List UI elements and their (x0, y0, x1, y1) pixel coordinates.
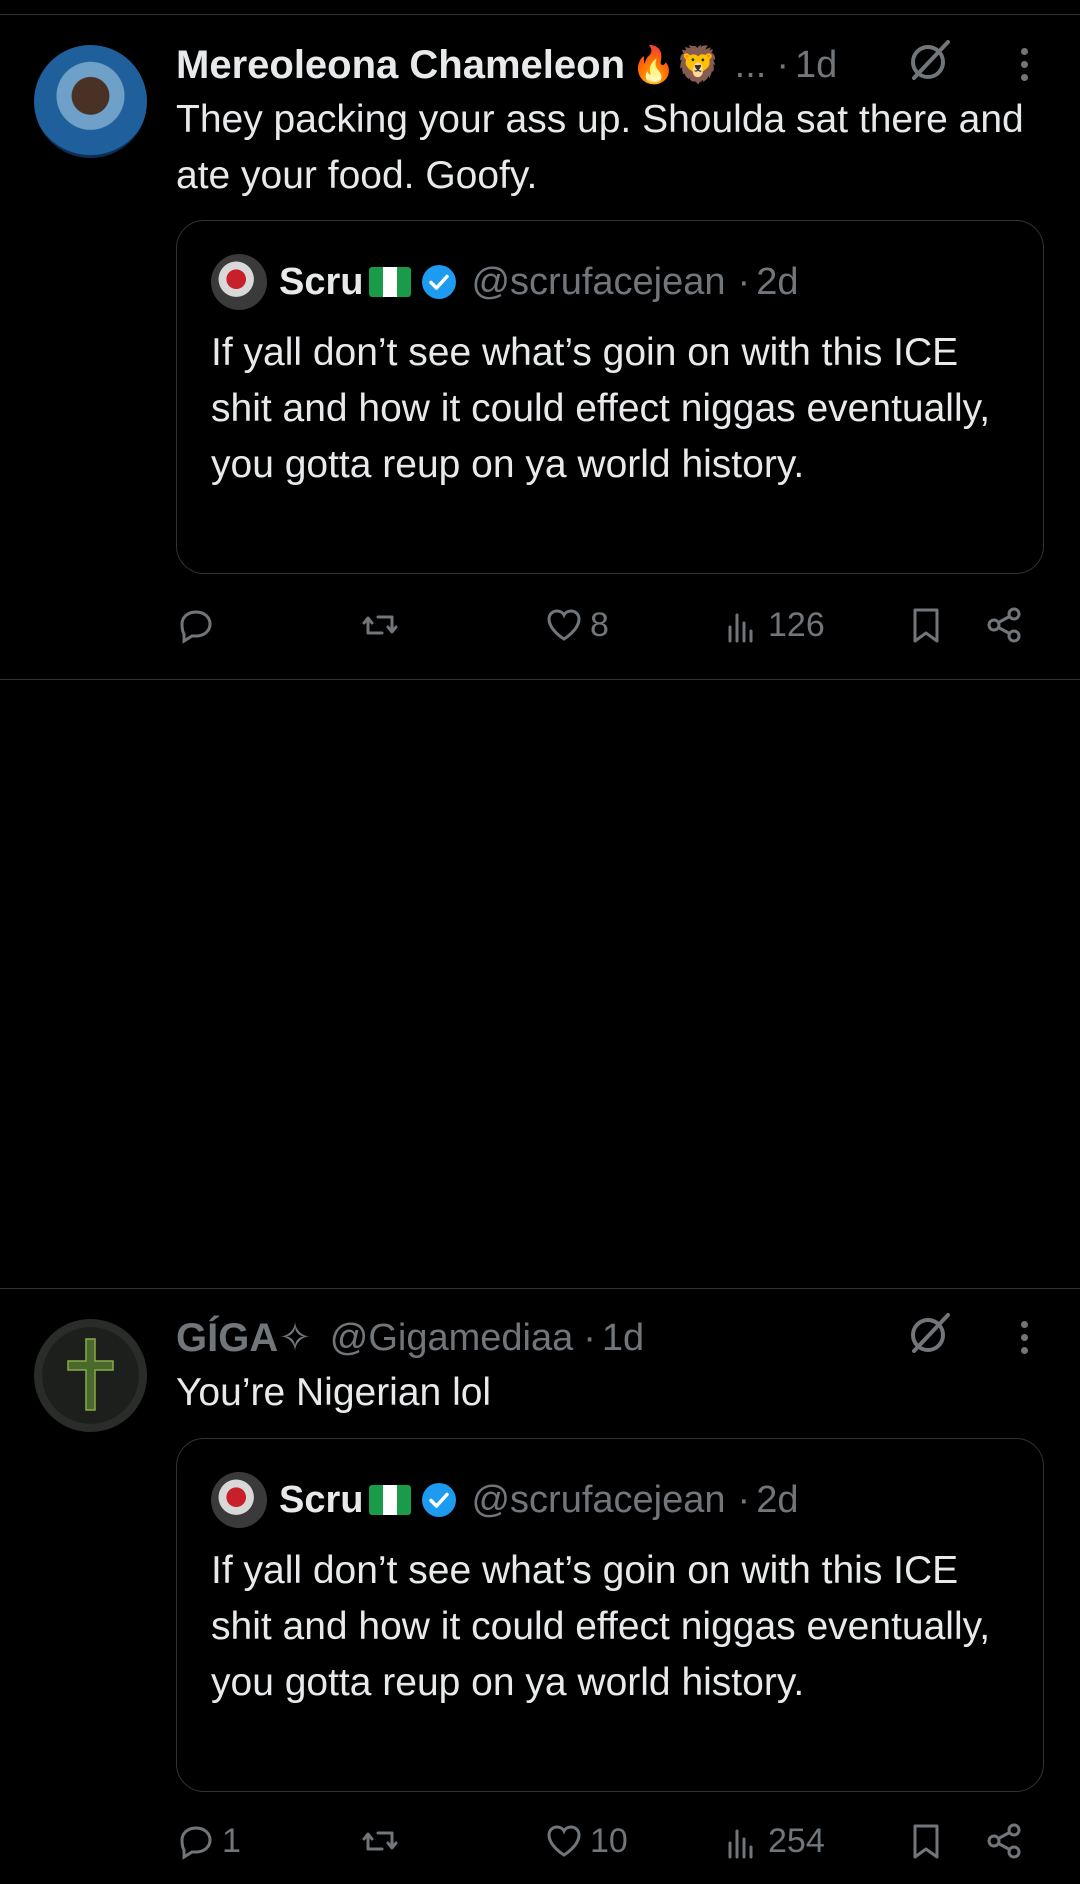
verified-badge-icon (422, 1483, 457, 1517)
quoted-tweet[interactable]: Scru @scrufacejean · 2d If yall don’t se… (176, 220, 1044, 574)
name-ellipsis: ... (734, 43, 767, 86)
quoted-tweet[interactable]: Scru @scrufacejean · 2d If yall don’t se… (176, 1438, 1044, 1792)
quoted-handle: @scrufacejean (471, 260, 726, 303)
quoted-text: If yall don’t see what’s goin on with th… (211, 331, 991, 486)
empty-media-area (0, 680, 1080, 1288)
nigeria-flag-icon (369, 1485, 412, 1515)
repost-button[interactable] (360, 1821, 406, 1861)
tweet-2[interactable]: GÍGA✧ @Gigamediaa · 1d You’re Nigerian l… (0, 1289, 1080, 1884)
cross-icon (67, 1338, 114, 1411)
views-count: 254 (768, 1821, 825, 1860)
bookmark-button[interactable] (906, 605, 946, 645)
display-name[interactable]: GÍGA✧ (176, 1315, 312, 1361)
views-button[interactable]: 126 (722, 605, 825, 645)
repost-button[interactable] (360, 605, 406, 645)
like-icon (547, 609, 581, 641)
tweet-1[interactable]: Mereoleona Chameleon 🔥🦁 ... · 1d They pa… (0, 0, 1080, 680)
separator-dot: · (737, 1478, 751, 1521)
share-button[interactable] (984, 605, 1024, 645)
views-count: 126 (768, 605, 825, 644)
handle[interactable]: @Gigamediaa (330, 1317, 573, 1360)
verified-badge-icon (422, 265, 457, 299)
reply-count: 1 (222, 1821, 241, 1860)
reply-button[interactable]: 1 (176, 1821, 241, 1861)
avatar[interactable] (34, 1319, 147, 1432)
quoted-header: Scru @scrufacejean · 2d (279, 1472, 798, 1528)
action-bar: 1 10 254 (176, 1821, 1036, 1871)
reply-icon (180, 610, 212, 644)
repost-icon (362, 1831, 398, 1851)
tweet-text: They packing your ass up. Shoulda sat th… (176, 98, 1024, 197)
grok-icon[interactable] (908, 1311, 952, 1355)
views-icon (728, 1829, 753, 1859)
quoted-display-name: Scru (279, 1478, 364, 1521)
reply-icon (180, 1826, 212, 1860)
like-count: 8 (590, 605, 609, 644)
share-icon (987, 607, 1021, 643)
views-icon (728, 613, 753, 643)
separator-dot: · (583, 1316, 596, 1359)
quoted-avatar (211, 254, 267, 310)
display-name[interactable]: Mereoleona Chameleon (176, 43, 625, 88)
quoted-header: Scru @scrufacejean · 2d (279, 254, 798, 310)
quoted-timestamp: 2d (756, 1478, 799, 1521)
name-emojis: 🔥🦁 (631, 44, 721, 85)
quoted-text: If yall don’t see what’s goin on with th… (211, 1549, 991, 1704)
avatar[interactable] (34, 45, 147, 158)
more-icon[interactable] (1019, 48, 1029, 88)
action-bar: 8 126 (176, 605, 1036, 655)
bookmark-icon (913, 1824, 939, 1859)
grok-icon[interactable] (908, 38, 952, 82)
timestamp[interactable]: 1d (602, 1317, 644, 1360)
separator-dot: · (737, 260, 751, 303)
separator-dot: · (776, 43, 790, 86)
quoted-display-name: Scru (279, 260, 364, 303)
like-count: 10 (590, 1821, 628, 1860)
share-button[interactable] (984, 1821, 1024, 1861)
timestamp[interactable]: 1d (795, 44, 837, 87)
repost-icon (362, 615, 398, 635)
quoted-avatar (211, 1472, 267, 1528)
more-icon[interactable] (1019, 1321, 1029, 1361)
like-button[interactable]: 10 (544, 1821, 628, 1861)
quoted-handle: @scrufacejean (471, 1478, 726, 1521)
nigeria-flag-icon (369, 267, 412, 297)
reply-button[interactable] (176, 605, 222, 645)
like-button[interactable]: 8 (544, 605, 609, 645)
share-icon (987, 1823, 1021, 1859)
tweet-text: You’re Nigerian lol (176, 1371, 492, 1414)
quoted-timestamp: 2d (756, 260, 799, 303)
like-icon (547, 1825, 581, 1857)
views-button[interactable]: 254 (722, 1821, 825, 1861)
bookmark-icon (913, 608, 939, 643)
bookmark-button[interactable] (906, 1821, 946, 1861)
